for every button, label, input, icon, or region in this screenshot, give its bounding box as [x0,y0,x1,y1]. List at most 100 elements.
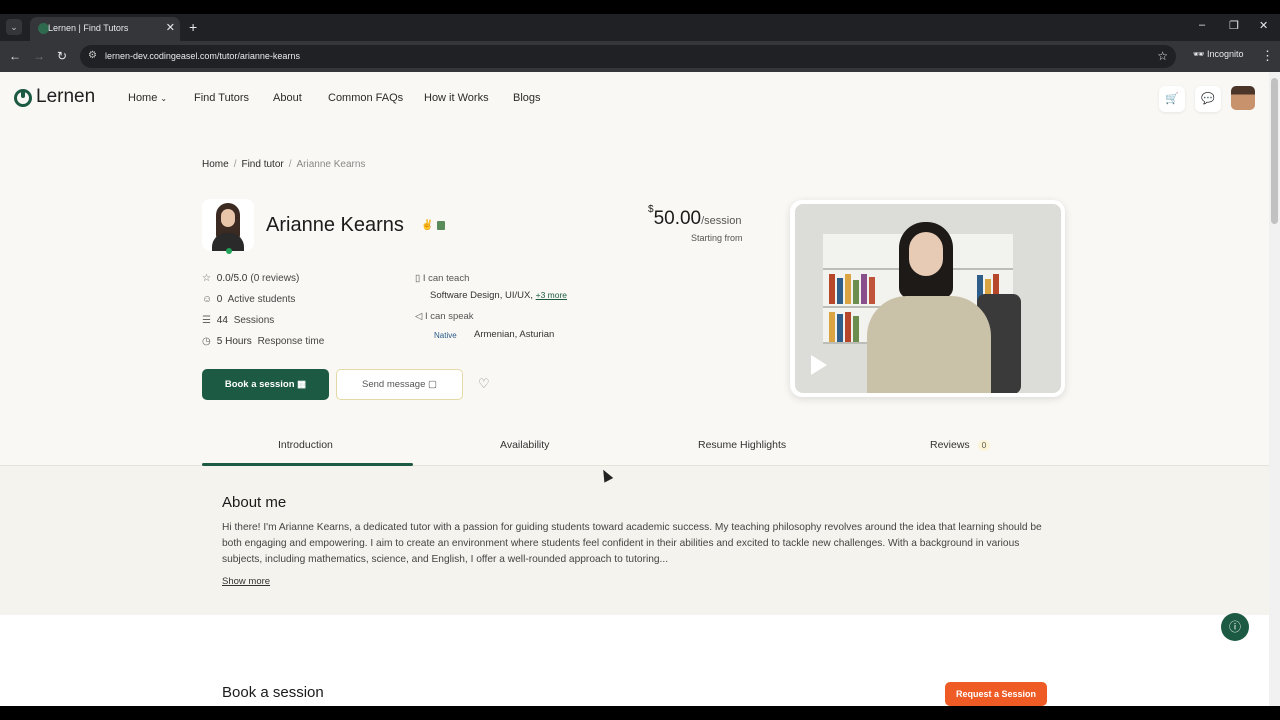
show-more-link[interactable]: Show more [222,576,270,587]
request-session-button[interactable]: Request a Session [945,682,1047,706]
chevron-down-icon: ⌄ [160,94,168,103]
teach-label-text: I can teach [422,273,470,284]
restore-icon[interactable]: ❐ [1229,19,1239,32]
response-time-stat: ◷ 5 Hours Response time [202,336,324,347]
price-amount: 50.00 [653,208,702,229]
browser-tabstrip: ⌄ Lernen | Find Tutors ✕ + – ❐ ✕ [0,14,1280,41]
about-section: About me Hi there! I'm Arianne Kearns, a… [0,466,1270,615]
book-session-button[interactable]: Book a session ▦ [202,369,329,400]
language-icon: ◁ [415,311,423,322]
profile-tabs: Introduction Availability Resume Highlig… [0,427,1280,466]
price-currency: $ [648,203,654,215]
sessions-label: Sessions [233,315,275,326]
tab-resume-highlights[interactable]: Resume Highlights [698,439,786,451]
nav-about[interactable]: About [273,92,302,104]
browser-toolbar: ← → ↻ ⚙ lernen-dev.codingeasel.com/tutor… [0,41,1280,72]
close-window-icon[interactable]: ✕ [1259,19,1268,32]
teach-value: Software Design, UI/UX, [430,290,533,301]
breadcrumb: Home / Find tutor / Arianne Kearns [202,159,366,170]
rating-value: 0.0/5.0 [216,273,248,284]
address-bar[interactable]: ⚙ lernen-dev.codingeasel.com/tutor/arian… [80,45,1176,68]
minimize-icon[interactable]: – [1199,19,1205,31]
bookmark-star-icon[interactable]: ☆ [1157,49,1168,63]
breadcrumb-find-tutor[interactable]: Find tutor [241,159,283,170]
send-message-button[interactable]: Send message ▢ [336,369,463,400]
teach-subjects: Software Design, UI/UX, +3 more [430,290,567,301]
page-viewport: Lernen Home ⌄ Find Tutors About Common F… [0,72,1280,706]
nav-find-tutors[interactable]: Find Tutors [194,92,249,104]
native-badge: Native [434,331,457,340]
about-heading: About me [222,494,287,511]
send-message-label: Send message [362,379,426,390]
rating-stat: ☆ 0.0/5.0 (0 reviews) [202,273,299,284]
tutor-name: Arianne Kearns [266,214,404,236]
reviews-count: (0 reviews) [250,273,300,284]
sessions-value: 44 [216,315,228,326]
screen-bottom-edge [0,706,1280,720]
teach-label: ▯ I can teach [415,273,469,284]
intro-video-thumbnail [795,204,1061,393]
sessions-stat: ☰ 44 Sessions [202,315,274,326]
tab-introduction[interactable]: Introduction [278,439,333,451]
intro-video-card[interactable] [790,200,1065,397]
chat-icon: ▢ [428,379,437,390]
active-students-value: 0 [216,294,223,305]
cart-icon[interactable]: 🛒 [1159,86,1185,112]
play-icon[interactable] [811,355,827,375]
incognito-indicator[interactable]: 🕶 Incognito [1193,49,1243,60]
book-session-heading: Book a session [222,684,324,701]
session-price: $50.00/session [648,204,742,230]
nav-home[interactable]: Home ⌄ [128,92,167,104]
new-tab-icon[interactable]: + [189,19,197,35]
back-icon[interactable]: ← [9,48,21,64]
tab-reviews-label: Reviews [930,439,970,451]
favorite-heart-icon[interactable]: ♡ [478,376,490,392]
message-icon[interactable]: 💬 [1195,86,1221,112]
page-scrollbar[interactable] [1269,72,1280,706]
breadcrumb-current: Arianne Kearns [296,159,366,170]
tutor-photo [202,199,254,251]
nav-blogs[interactable]: Blogs [513,92,541,104]
close-tab-icon[interactable]: ✕ [166,21,175,34]
book-icon: ▯ [415,273,421,284]
site-info-icon[interactable]: ⚙ [88,50,97,61]
screen-top-edge [0,0,1280,14]
timer-icon: ◷ [202,336,211,347]
tab-title: Lernen | Find Tutors [48,23,129,33]
forward-icon[interactable]: → [33,48,45,64]
logo-mark-icon [14,89,32,107]
calendar-icon: ▦ [297,379,307,390]
star-icon: ☆ [202,273,211,284]
tab-reviews[interactable]: Reviews 0 [930,439,991,451]
tab-availability[interactable]: Availability [500,439,549,451]
languages-list: Armenian, Asturian [474,329,555,340]
scrollbar-thumb[interactable] [1271,78,1278,224]
speak-label-text: I can speak [424,311,474,322]
price-caption: Starting from [691,233,743,243]
active-students-stat: ☺ 0 Active students [202,294,295,305]
reload-icon[interactable]: ↻ [57,48,67,64]
tab-search-icon[interactable]: ⌄ [6,19,22,35]
book-session-label: Book a session [224,379,295,390]
about-text: Hi there! I'm Arianne Kearns, a dedicate… [222,522,1042,565]
online-status-dot [226,248,232,254]
incognito-label: Incognito [1206,49,1244,59]
speak-label: ◁ I can speak [415,311,474,322]
breadcrumb-home[interactable]: Home [202,159,229,170]
info-icon[interactable]: ⓘ [1221,613,1249,641]
list-icon: ☰ [202,315,211,326]
verified-icon: ✌ [421,220,434,231]
more-subjects-link[interactable]: +3 more [536,290,567,300]
response-time-label: Response time [257,336,325,347]
id-verified-icon [437,221,445,230]
browser-menu-icon[interactable]: ⋮ [1261,48,1274,64]
url-text: lernen-dev.codingeasel.com/tutor/arianne… [105,51,300,61]
nav-common-faqs[interactable]: Common FAQs [328,92,403,104]
response-time-value: 5 Hours [216,336,252,347]
nav-how-it-works[interactable]: How it Works [424,92,489,104]
price-unit: /session [701,215,742,227]
nav-home-label: Home [128,92,158,104]
user-avatar[interactable] [1231,86,1255,110]
browser-tab[interactable]: Lernen | Find Tutors ✕ [30,17,180,41]
active-students-label: Active students [227,294,296,305]
